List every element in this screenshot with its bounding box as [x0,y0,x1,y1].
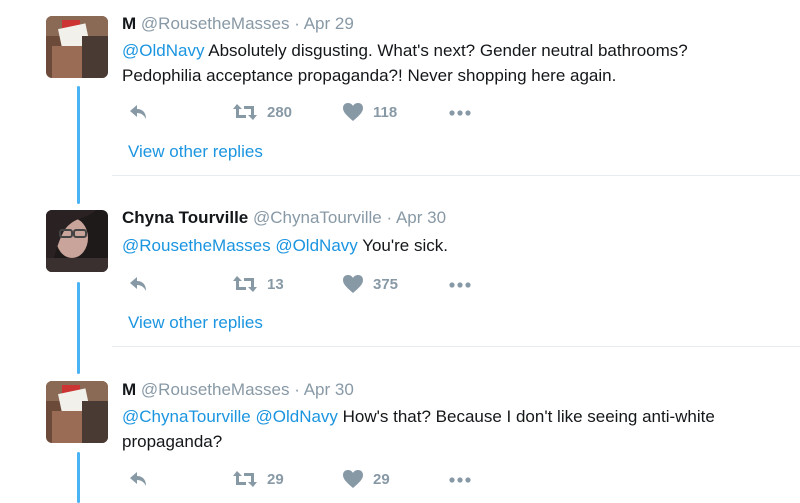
tweet-text: @RousetheMasses @OldNavy You're sick. [122,233,792,258]
retweet-button[interactable]: 13 [232,273,284,295]
retweet-icon [232,273,258,295]
retweet-count: 13 [267,275,284,293]
tweet[interactable]: M @RousetheMasses · Apr 29 @OldNavy Abso… [0,0,800,175]
retweet-count: 280 [267,103,293,121]
like-button[interactable]: 118 [342,101,397,123]
like-count: 375 [373,275,399,293]
tweet-text: @OldNavy Absolutely disgusting. What's n… [122,38,792,88]
tweet-text-line: Pedophilia acceptance propaganda?! Never… [122,66,617,85]
avatar[interactable] [46,210,108,272]
view-other-replies-link[interactable]: View other replies [128,313,263,333]
reply-icon [127,468,149,490]
reply-button[interactable] [127,101,149,123]
more-icon [448,101,472,123]
tweet-date[interactable]: Apr 30 [396,208,446,227]
like-count: 29 [373,470,390,488]
mention-link[interactable]: @ChynaTourville @OldNavy [122,407,338,426]
user-handle[interactable]: @RousetheMasses [141,14,290,33]
user-handle[interactable]: @ChynaTourville [253,208,382,227]
tweet-text-line: You're sick. [357,236,448,255]
tweet-header: M @RousetheMasses · Apr 29 [122,14,354,34]
separator: · [294,14,300,33]
tweet-actions: 29 29 [122,468,522,492]
retweet-button[interactable]: 280 [232,101,292,123]
tweet-header: Chyna Tourville @ChynaTourville · Apr 30 [122,208,446,228]
retweet-count: 29 [267,470,284,488]
tweet-text-line: Absolutely disgusting. What's next? Gend… [204,41,688,60]
tweet-date[interactable]: Apr 29 [304,14,354,33]
retweet-button[interactable]: 29 [232,468,284,490]
reply-icon [127,101,149,123]
separator: · [294,380,300,399]
like-count: 118 [373,103,398,121]
avatar[interactable] [46,381,108,443]
retweet-icon [232,101,258,123]
like-icon [342,468,364,490]
like-icon [342,101,364,123]
mention-link[interactable]: @RousetheMasses @OldNavy [122,236,358,255]
more-button[interactable] [448,273,472,295]
display-name[interactable]: M [122,380,136,399]
mention-link[interactable]: @OldNavy [122,41,204,60]
tweet-text: @ChynaTourville @OldNavy How's that? Bec… [122,404,792,454]
more-button[interactable] [448,468,472,490]
tweet[interactable]: Chyna Tourville @ChynaTourville · Apr 30… [0,176,800,346]
tweet[interactable]: M @RousetheMasses · Apr 30 @ChynaTourvil… [0,347,800,503]
like-icon [342,273,364,295]
retweet-icon [232,468,258,490]
reply-button[interactable] [127,273,149,295]
separator: · [386,208,393,227]
tweet-actions: 13 375 [122,273,522,297]
tweet-date[interactable]: Apr 30 [304,380,354,399]
display-name[interactable]: Chyna Tourville [122,208,248,227]
tweet-header: M @RousetheMasses · Apr 30 [122,380,354,400]
avatar[interactable] [46,16,108,78]
reply-button[interactable] [127,468,149,490]
reply-icon [127,273,149,295]
like-button[interactable]: 29 [342,468,390,490]
tweet-text-line: propaganda? [122,432,223,451]
more-icon [448,273,472,295]
display-name[interactable]: M [122,14,136,33]
more-icon [448,468,472,490]
tweet-actions: 280 118 [122,101,522,125]
more-button[interactable] [448,101,472,123]
tweet-text-line: How's that? Because I don't like seeing … [337,407,715,426]
view-other-replies-link[interactable]: View other replies [128,142,263,162]
user-handle[interactable]: @RousetheMasses [141,380,290,399]
like-button[interactable]: 375 [342,273,398,295]
